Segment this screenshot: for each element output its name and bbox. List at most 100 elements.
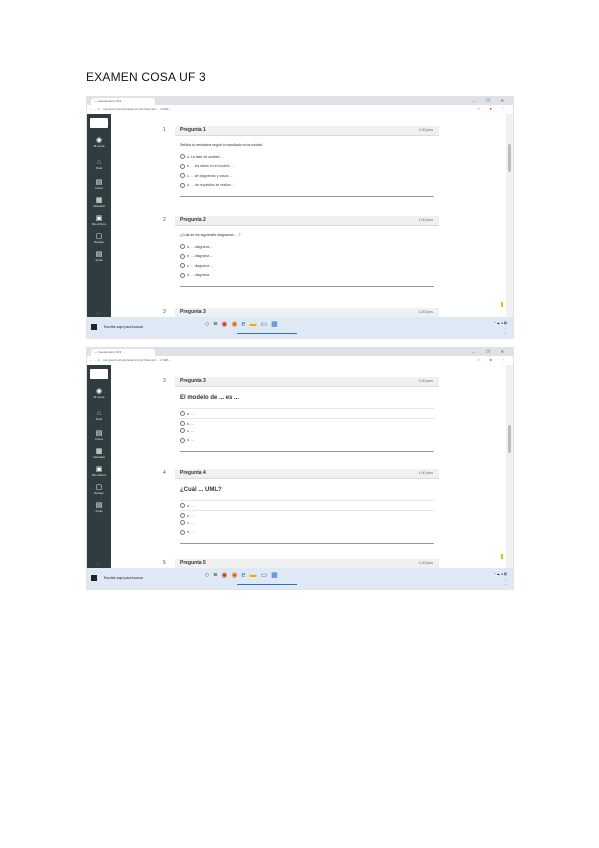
answer-option[interactable]: a. ... — [180, 408, 434, 416]
answer-option[interactable]: c. ... de diagramas y casos ... — [180, 173, 434, 178]
window-controls[interactable]: – ❐ ✕ — [473, 98, 509, 103]
radio-button[interactable] — [180, 421, 185, 426]
question-number: 3 — [163, 309, 166, 315]
window-controls[interactable]: – ❐ ✕ — [473, 349, 509, 354]
dashboard-icon: ⌂ — [96, 159, 102, 166]
store-icon[interactable]: ▦ — [271, 320, 282, 328]
tray-icons[interactable]: ^ ☁ ◂ ▤ — [494, 321, 507, 325]
sidebar-item-panel[interactable]: ⌂ Panel — [87, 409, 111, 427]
browser-tab[interactable]: — Cuestionario UF3 ... — [91, 349, 155, 356]
folder-icon[interactable]: ▬ — [249, 572, 260, 579]
browser-tabbar: — Cuestionario UF3 ... – ❐ ✕ — [87, 97, 513, 105]
sidebar-item-account[interactable]: ◉ Mi cuenta — [87, 136, 111, 154]
sidebar-item-account[interactable]: ◉ Mi cuenta — [87, 387, 111, 405]
sidebar-item-inbox[interactable]: ▢ Bandeja — [87, 232, 111, 250]
taskbar-search-input[interactable]: Escribe aquí para buscar — [101, 323, 196, 331]
answer-option[interactable]: d. ... diagrama — [180, 272, 434, 278]
radio-button[interactable] — [180, 428, 185, 433]
chrome-icon[interactable]: ◉ — [221, 320, 231, 328]
radio-button[interactable] — [180, 513, 185, 518]
sidebar-item-inbox[interactable]: ▢ Bandeja — [87, 483, 111, 501]
answer-option[interactable]: a. ... — [180, 500, 434, 508]
search-icon[interactable]: ○ — [205, 321, 213, 328]
radio-button[interactable] — [180, 411, 185, 416]
radio-button[interactable] — [180, 163, 185, 169]
firefox-icon[interactable]: ◉ — [231, 571, 241, 579]
system-tray[interactable]: ^ ☁ ◂ ▤...... — [465, 572, 507, 586]
answer-option[interactable]: b. ... diagrama ... — [180, 253, 434, 259]
scrollbar-thumb[interactable] — [508, 144, 511, 172]
mail-icon[interactable]: ▭ — [260, 571, 271, 579]
extension-icon[interactable]: ● — [489, 357, 495, 362]
radio-button[interactable] — [180, 503, 185, 508]
question-title: Pregunta 2 — [180, 217, 206, 223]
chrome-icon[interactable]: ◉ — [221, 571, 231, 579]
notification-marker — [501, 302, 503, 307]
answer-option[interactable]: b. ... los datos en el modelo ... — [180, 163, 434, 169]
answer-option[interactable]: a. La fase de análisis ... — [180, 154, 434, 159]
answer-option[interactable]: b. ... — [180, 418, 434, 426]
sidebar-item-calendar[interactable]: ▦ Calendario — [87, 196, 111, 214]
question-header: 1 Pregunta 1 1,00 ptos — [163, 126, 439, 136]
store-icon[interactable]: ▦ — [271, 571, 282, 579]
question-card: 4 Pregunta 4 1,00 ptos ¿Cuál ... UML? a.… — [163, 469, 439, 544]
answer-option[interactable]: a. ... diagrama ... — [180, 244, 434, 249]
collapse-icon[interactable]: ← — [96, 561, 100, 566]
calendar-icon: ▦ — [95, 197, 103, 204]
sidebar-item-files[interactable]: ▣ Mis archivos — [87, 214, 111, 232]
sidebar-item-courses[interactable]: ▤ Cursos — [87, 178, 111, 196]
radio-button[interactable] — [180, 253, 185, 259]
answer-option[interactable]: d. ... de requisitos se realiza ... — [180, 182, 434, 188]
task-view-icon[interactable]: ≡ — [213, 321, 221, 328]
windows-start-icon[interactable] — [91, 575, 97, 581]
firefox-icon[interactable]: ◉ — [231, 320, 241, 328]
quiz-content: 1 Pregunta 1 1,00 ptos Señala la verdade… — [111, 114, 508, 319]
sidebar-item-files[interactable]: ▣ Mis archivos — [87, 465, 111, 483]
radio-button[interactable] — [180, 154, 185, 159]
answer-option[interactable]: d. ... — [180, 437, 434, 443]
radio-button[interactable] — [180, 244, 185, 249]
search-icon[interactable]: ○ — [205, 572, 213, 579]
tray-icons[interactable]: ^ ☁ ◂ ▤ — [494, 572, 507, 576]
taskbar-search-input[interactable]: Escribe aquí para buscar — [101, 574, 196, 582]
scrollbar[interactable] — [506, 114, 513, 319]
answer-option[interactable]: d. ... — [180, 529, 434, 535]
sidebar-item-courses[interactable]: ▤ Cursos — [87, 429, 111, 447]
question-title: Pregunta 4 — [180, 470, 206, 476]
url-field[interactable]: ← → C ...campus/mod/quiz/attempt.php?att… — [90, 106, 390, 112]
answer-option[interactable]: b. ... — [180, 510, 434, 518]
radio-button[interactable] — [180, 173, 185, 178]
mail-icon[interactable]: ▭ — [260, 320, 271, 328]
question-number: 2 — [163, 217, 166, 223]
sidebar-item-calendar[interactable]: ▦ Calendario — [87, 447, 111, 465]
radio-button[interactable] — [180, 182, 185, 188]
browser-toolbar-icons[interactable]: ☆ ● ⋮ — [477, 357, 509, 362]
extension-icon[interactable]: ● — [489, 106, 495, 111]
files-icon: ▣ — [95, 466, 103, 473]
windows-start-icon[interactable] — [91, 324, 97, 330]
scrollbar-thumb[interactable] — [508, 425, 511, 453]
radio-button[interactable] — [180, 263, 185, 268]
radio-button[interactable] — [180, 437, 185, 443]
browser-tab[interactable]: — Cuestionario UF3 ... — [91, 98, 155, 105]
radio-button[interactable] — [180, 520, 185, 525]
url-field[interactable]: ← → C ...campus/mod/quiz/attempt.php?att… — [90, 357, 390, 363]
scrollbar[interactable] — [506, 365, 513, 570]
answer-option[interactable]: c. ... — [180, 428, 434, 433]
edge-icon[interactable]: e — [242, 321, 250, 328]
question-text: Señala la verdadera según lo estudiado e… — [180, 143, 263, 147]
task-view-icon[interactable]: ≡ — [213, 572, 221, 579]
radio-button[interactable] — [180, 272, 185, 278]
browser-toolbar-icons[interactable]: ☆ ● ⋮ — [477, 106, 509, 111]
folder-icon[interactable]: ▬ — [249, 321, 260, 328]
radio-button[interactable] — [180, 529, 185, 535]
system-tray[interactable]: ^ ☁ ◂ ▤...... — [465, 321, 507, 335]
sidebar-item-help[interactable]: ▤ Ayuda — [87, 501, 111, 519]
question-points: 1,00 ptos — [418, 310, 433, 314]
sidebar-item-help[interactable]: ▤ Ayuda — [87, 250, 111, 268]
edge-icon[interactable]: e — [242, 572, 250, 579]
collapse-icon[interactable]: ← — [96, 310, 100, 315]
answer-option[interactable]: c. ... diagrama ... — [180, 263, 434, 268]
answer-option[interactable]: c. ... — [180, 520, 434, 525]
sidebar-item-panel[interactable]: ⌂ Panel — [87, 158, 111, 176]
